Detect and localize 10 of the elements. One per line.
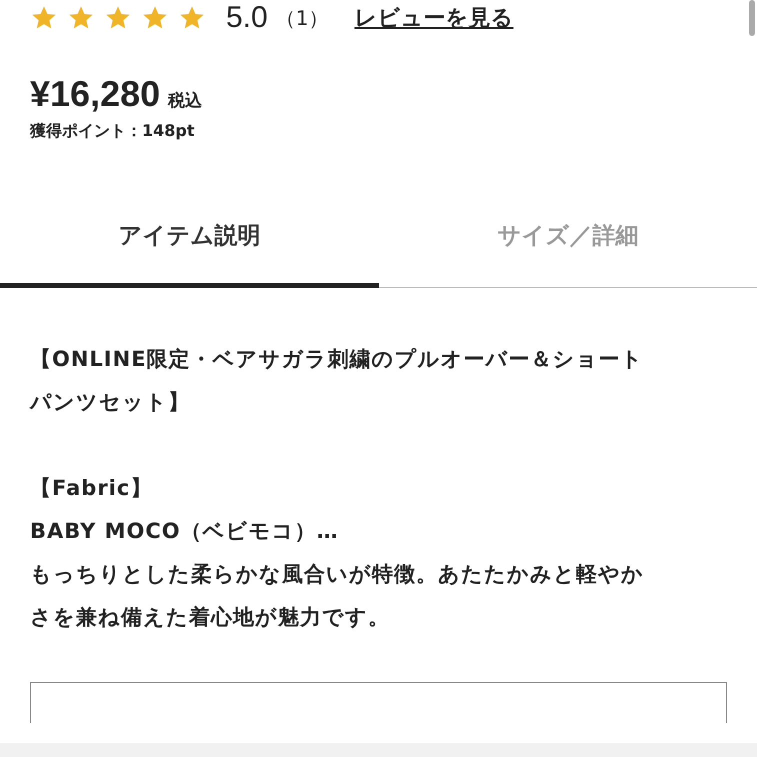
description-text: 【Fabric】 BABY MOCO（ベビモコ）… もっちりとした柔らかな風合いが特徴。あたたかみと軽やか さを兼ね備えた着心地が魅力です。 <box>30 475 645 631</box>
tax-note: 税込 <box>168 90 202 112</box>
price: ¥16,280 <box>30 73 160 115</box>
tab[interactable]: アイテム説明 <box>0 188 378 288</box>
review-link[interactable]: レビューを見る <box>354 3 514 33</box>
rating-score: 5.0 <box>226 1 268 35</box>
review-count: （1） <box>276 4 328 32</box>
description-text: 【ONLINE限定・ベアサガラ刺繍のプルオーバー＆ショート パンツセット】 <box>30 346 645 416</box>
scrollbar[interactable] <box>749 0 755 36</box>
points-text: 獲得ポイント：148pt <box>30 121 196 142</box>
